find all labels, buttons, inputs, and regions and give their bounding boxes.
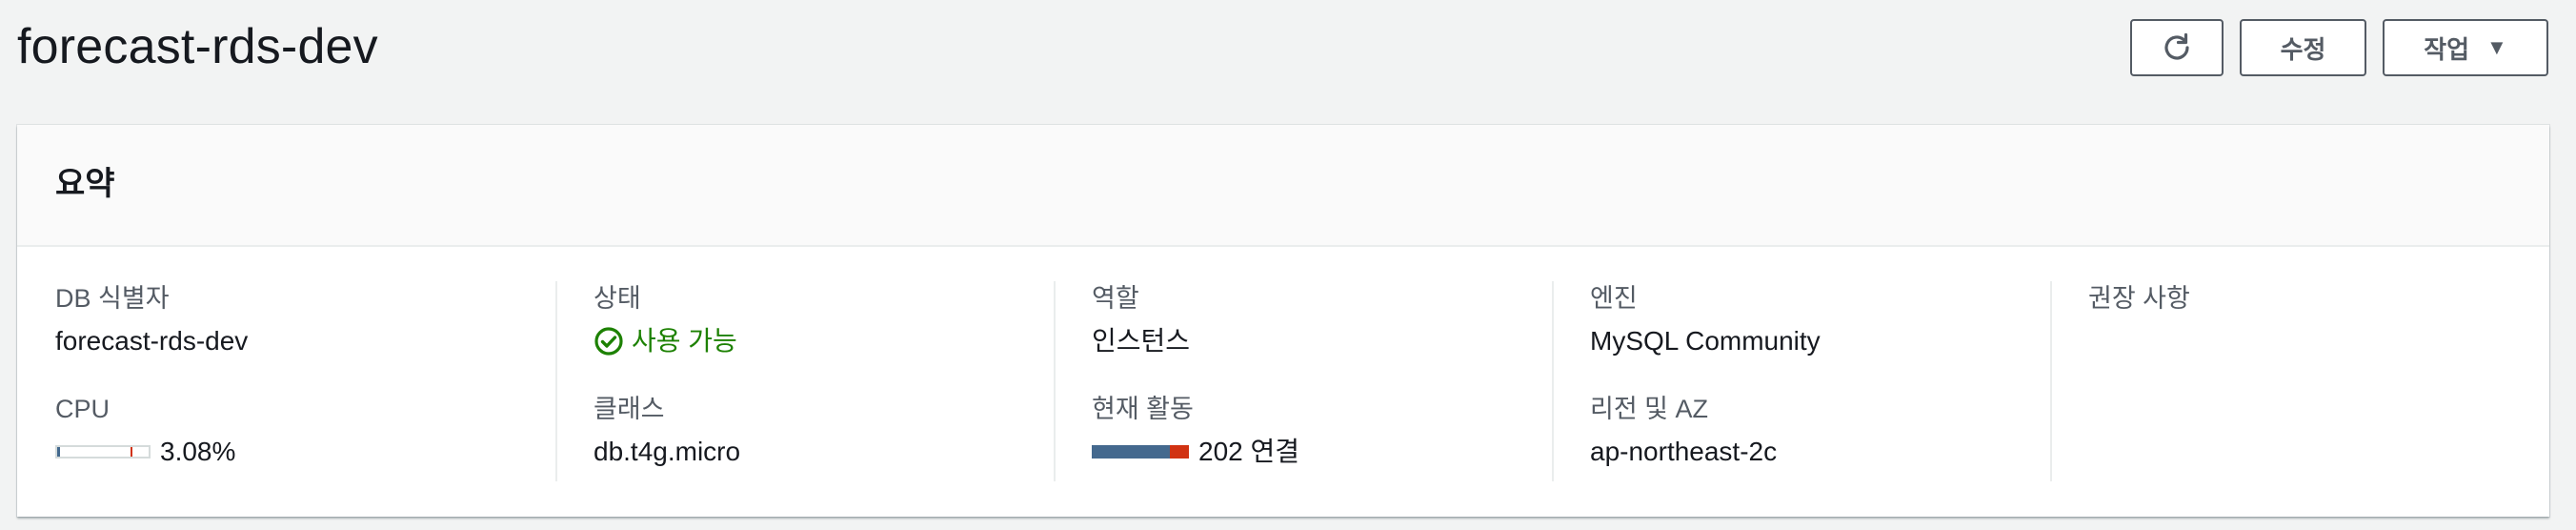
summary-column-engine: 엔진 MySQL Community 리전 및 AZ ap-northeast-… — [1552, 281, 2052, 481]
db-identifier-value: forecast-rds-dev — [55, 326, 249, 356]
summary-panel-header: 요약 — [17, 125, 2549, 247]
region-az-value: ap-northeast-2c — [1590, 437, 1778, 466]
actions-dropdown-button[interactable]: 작업 ▼ — [2383, 19, 2548, 76]
edit-button[interactable]: 수정 — [2240, 19, 2366, 76]
status-value: 사용 가능 — [594, 323, 737, 359]
status-label: 상태 — [594, 284, 641, 313]
current-activity-label: 현재 활동 — [1092, 395, 1194, 423]
status-check-circle-icon — [594, 327, 623, 356]
region-az-label: 리전 및 AZ — [1590, 395, 1709, 423]
db-identifier-label: DB 식별자 — [55, 284, 170, 313]
cpu-usage-fill — [57, 447, 60, 457]
summary-column-role: 역할 인스턴스 현재 활동 202 연결 — [1054, 281, 1554, 481]
class-label: 클래스 — [594, 395, 665, 423]
summary-title: 요약 — [55, 166, 115, 202]
cpu-threshold-marker — [130, 447, 132, 457]
role-value: 인스턴스 — [1092, 326, 1191, 356]
cpu-meter: 3.08% — [55, 434, 235, 470]
class-value: db.t4g.micro — [594, 437, 741, 466]
cpu-usage-bar — [55, 445, 151, 459]
summary-column-identifier: DB 식별자 forecast-rds-dev CPU 3.08% — [17, 281, 557, 481]
cpu-value: 3.08% — [160, 437, 236, 466]
summary-column-status: 상태 사용 가능 클래스 db.t4g.micro — [555, 281, 1056, 481]
connections-value: 202 연결 — [1198, 437, 1300, 466]
summary-column-recommendations: 권장 사항 — [2050, 281, 2546, 481]
refresh-button[interactable] — [2130, 19, 2224, 76]
refresh-icon — [2160, 31, 2194, 65]
connections-bar-alert-segment — [1170, 445, 1189, 459]
connections-bar — [1092, 445, 1189, 459]
edit-button-label: 수정 — [2280, 34, 2326, 64]
rds-instance-page: forecast-rds-dev 수정 작업 ▼ 요약 DB 식별자 forec… — [0, 0, 2576, 530]
status-text: 사용 가능 — [632, 326, 737, 356]
actions-button-label: 작업 — [2424, 34, 2470, 64]
recommendations-label: 권장 사항 — [2088, 284, 2190, 313]
engine-label: 엔진 — [1590, 284, 1638, 313]
summary-panel: 요약 DB 식별자 forecast-rds-dev CPU 3.08% 상태 — [17, 125, 2549, 517]
connections-meter: 202 연결 — [1092, 434, 1299, 470]
page-title: forecast-rds-dev — [17, 19, 378, 74]
cpu-label: CPU — [55, 395, 111, 423]
caret-down-icon: ▼ — [2486, 35, 2507, 59]
engine-value: MySQL Community — [1590, 326, 1821, 356]
role-label: 역할 — [1092, 284, 1139, 313]
